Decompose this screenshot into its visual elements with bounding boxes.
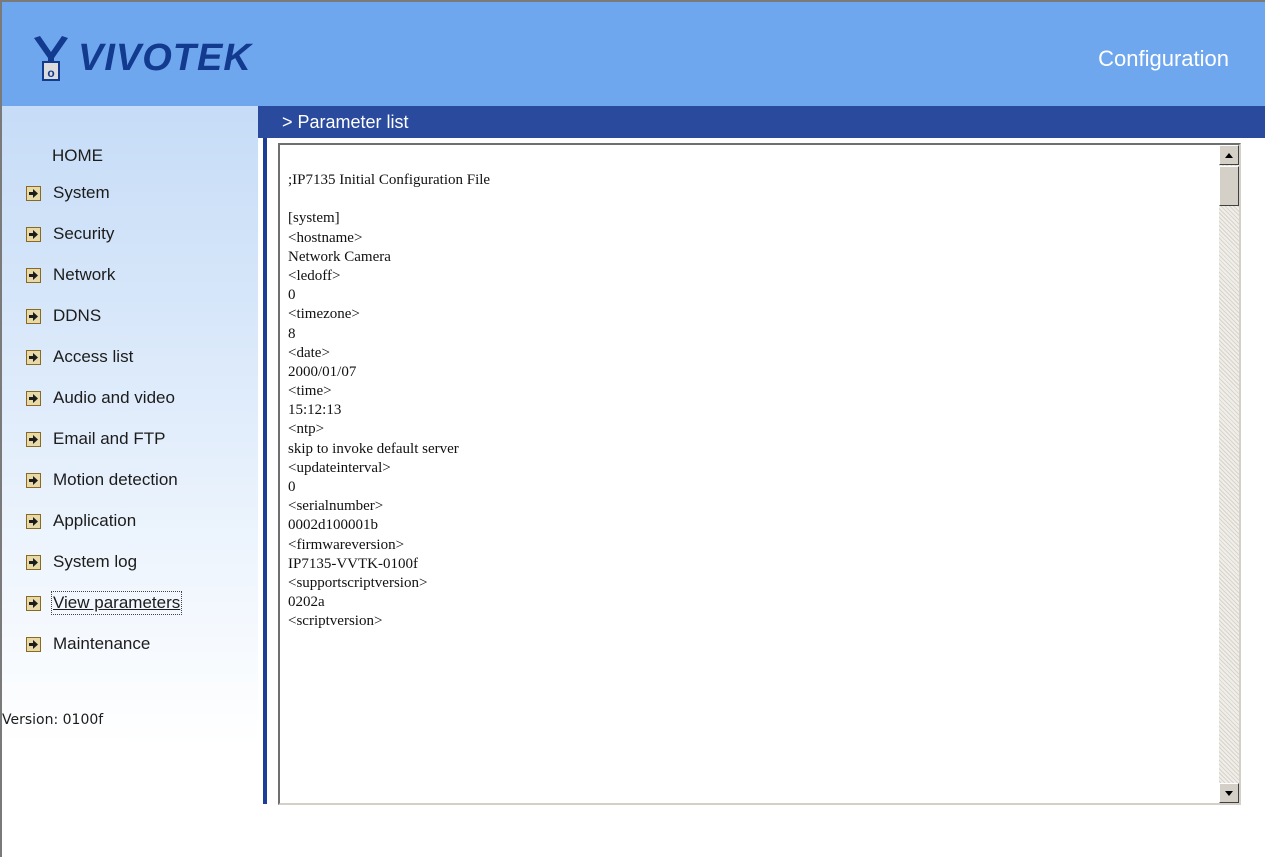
parameter-line: <updateinterval> — [288, 459, 391, 476]
sidebar-item-label: Access list — [53, 347, 134, 366]
parameter-line: 0202a — [288, 594, 325, 611]
parameter-line: <supportscriptversion> — [288, 574, 428, 591]
parameter-line: 15:12:13 — [288, 402, 342, 419]
sidebar-item-security[interactable]: Security — [26, 223, 114, 245]
sidebar-item-system-log[interactable]: System log — [26, 551, 137, 573]
parameter-line: <time> — [288, 383, 332, 400]
arrow-right-icon — [26, 267, 41, 283]
sidebar-item-motion-detection[interactable]: Motion detection — [26, 469, 178, 491]
sidebar-item-label: Security — [53, 224, 115, 243]
parameter-line: 8 — [288, 325, 296, 342]
arrow-down-icon — [1225, 790, 1233, 796]
sidebar-item-view-parameters[interactable]: View parameters — [26, 591, 183, 615]
parameter-line: 0 — [288, 479, 296, 495]
vertical-scrollbar[interactable] — [1219, 145, 1239, 803]
sidebar-item-label: Network — [53, 265, 116, 284]
parameter-line: <scriptversion> — [288, 613, 383, 630]
parameter-line: 2000/01/07 — [288, 363, 357, 380]
arrow-right-icon — [26, 472, 41, 488]
parameter-line: <hostname> — [288, 229, 363, 246]
arrow-right-icon — [26, 349, 41, 365]
sidebar-item-label: Motion detection — [53, 470, 178, 489]
vivotek-logo[interactable]: o VIVOTEK — [30, 32, 252, 84]
parameter-line: 0 — [288, 287, 296, 304]
arrow-right-icon — [26, 513, 41, 529]
arrow-right-icon — [26, 554, 41, 570]
parameter-line: <timezone> — [288, 306, 360, 323]
parameter-line: <date> — [288, 344, 330, 361]
parameter-line: skip to invoke default server — [288, 440, 459, 457]
sidebar-item-access-list[interactable]: Access list — [26, 346, 133, 368]
sidebar-item-system[interactable]: System — [26, 182, 110, 204]
sidebar-item-label: System — [53, 183, 110, 202]
parameter-line: ;IP7135 Initial Configuration File — [288, 172, 491, 188]
sidebar-item-home[interactable]: HOME — [52, 146, 103, 166]
sidebar-item-maintenance[interactable]: Maintenance — [26, 633, 150, 655]
sidebar-item-audio-and-video[interactable]: Audio and video — [26, 387, 175, 409]
sidebar-item-label: Application — [53, 511, 137, 530]
arrow-right-icon — [26, 185, 41, 201]
parameter-list-textarea[interactable]: ;IP7135 Initial Configuration File [syste… — [278, 143, 1241, 805]
scroll-thumb[interactable] — [1219, 166, 1239, 206]
parameter-line — [288, 190, 1208, 209]
logo-camera-icon: o — [34, 36, 68, 81]
sidebar-item-email-and-ftp[interactable]: Email and FTP — [26, 428, 165, 450]
parameter-line: [system] — [288, 210, 340, 227]
sidebar-item-label: System log — [53, 552, 138, 571]
sidebar-item-network[interactable]: Network — [26, 264, 115, 286]
sidebar-item-ddns[interactable]: DDNS — [26, 305, 101, 327]
section-title: > Parameter list — [258, 106, 1265, 138]
scroll-down-button[interactable] — [1219, 783, 1239, 803]
parameter-line: <firmwareversion> — [288, 536, 405, 553]
scroll-up-button[interactable] — [1219, 145, 1239, 165]
page-title: Configuration — [1098, 46, 1229, 71]
arrow-right-icon — [26, 636, 41, 652]
arrow-right-icon — [26, 431, 41, 447]
parameter-line: <ntp> — [288, 421, 325, 438]
arrow-right-icon — [26, 226, 41, 242]
parameter-line: 0002d100001b — [288, 517, 378, 534]
parameter-line: <ledoff> — [288, 267, 341, 284]
svg-text:o: o — [47, 66, 54, 80]
content-left-border — [263, 138, 267, 804]
parameter-line: Network Camera — [288, 248, 391, 265]
sidebar-item-label: Maintenance — [53, 634, 151, 653]
sidebar-item-application[interactable]: Application — [26, 510, 136, 532]
sidebar-item-label: View parameters — [50, 591, 183, 615]
sidebar: HOME System Security Network DDNS Access lis… — [2, 106, 258, 857]
logo-text: VIVOTEK — [78, 36, 252, 79]
sidebar-item-label: Email and FTP — [53, 429, 166, 448]
parameter-line: <serialnumber> — [288, 498, 384, 515]
version-label: Version: 0100f — [2, 712, 104, 728]
arrow-right-icon — [26, 390, 41, 406]
sidebar-item-label: DDNS — [53, 306, 102, 325]
page-header: o VIVOTEK Configuration — [2, 2, 1265, 106]
arrow-right-icon — [26, 595, 41, 611]
parameter-text: ;IP7135 Initial Configuration File [syste… — [288, 171, 1208, 632]
arrow-up-icon — [1225, 152, 1233, 158]
sidebar-item-label: Audio and video — [53, 388, 175, 407]
parameter-line: IP7135-VVTK-0100f — [288, 555, 418, 572]
arrow-right-icon — [26, 308, 41, 324]
